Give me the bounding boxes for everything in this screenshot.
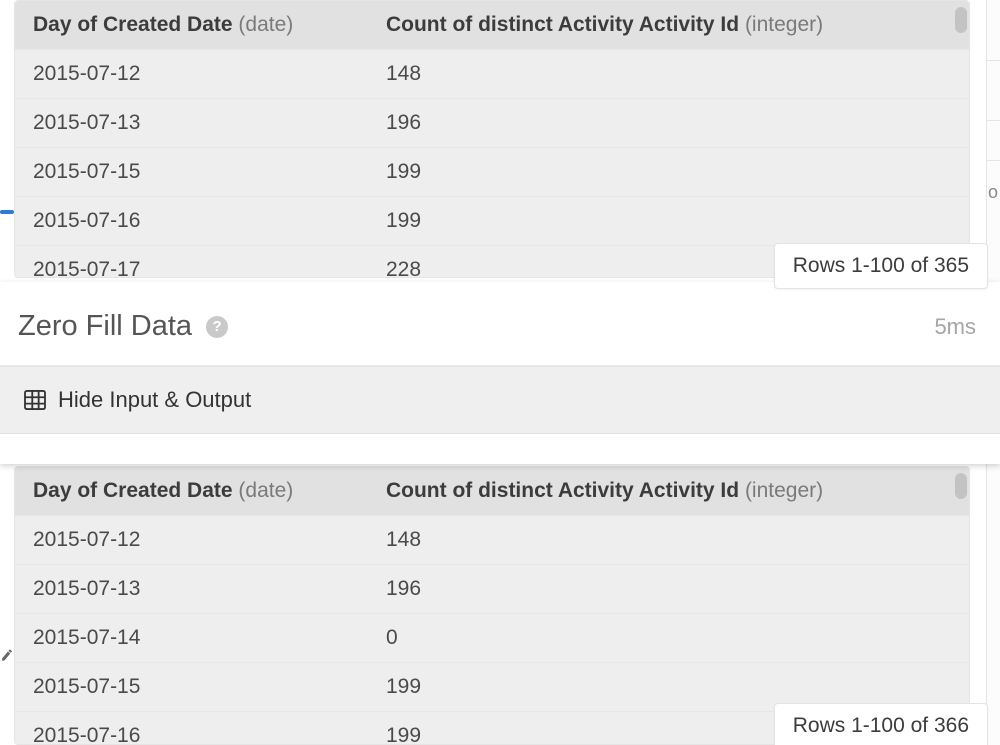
cell-date: 2015-07-16 — [15, 197, 368, 246]
transform-section-panel: Zero Fill Data ? 5ms Hide Input & Output — [0, 282, 1000, 464]
cell-count: 148 — [368, 50, 969, 99]
table-row[interactable]: 2015-07-140 — [15, 614, 969, 663]
cell-date: 2015-07-12 — [15, 516, 368, 565]
cell-date: 2015-07-13 — [15, 565, 368, 614]
section-title: Zero Fill Data — [18, 310, 192, 343]
column-type: (integer) — [745, 13, 823, 36]
help-icon[interactable]: ? — [206, 316, 228, 338]
column-header-date[interactable]: Day of Created Date (date) — [15, 1, 368, 50]
edit-icon[interactable] — [0, 647, 15, 662]
cell-date: 2015-07-15 — [15, 663, 368, 712]
section-title-wrap: Zero Fill Data ? — [18, 310, 228, 343]
gutter-glyph: o — [988, 182, 998, 203]
column-name: Day of Created Date — [33, 13, 233, 36]
table-row[interactable]: 2015-07-13196 — [15, 99, 969, 148]
column-header-count[interactable]: Count of distinct Activity Activity Id (… — [368, 467, 969, 516]
gutter-tick — [987, 60, 1000, 61]
hide-io-toggle[interactable]: Hide Input & Output — [0, 366, 1000, 434]
rows-count-badge-top: Rows 1-100 of 365 — [774, 243, 988, 289]
scrollbar-thumb[interactable] — [955, 7, 967, 33]
gutter-tick — [987, 120, 1000, 121]
cell-count: 0 — [368, 614, 969, 663]
column-name: Day of Created Date — [33, 479, 233, 502]
toggle-label: Hide Input & Output — [58, 387, 251, 413]
table-row[interactable]: 2015-07-12148 — [15, 516, 969, 565]
cell-count: 196 — [368, 99, 969, 148]
cell-count: 196 — [368, 565, 969, 614]
table-row[interactable]: 2015-07-12148 — [15, 50, 969, 99]
cell-count: 199 — [368, 148, 969, 197]
table-row[interactable]: 2015-07-13196 — [15, 565, 969, 614]
scrollbar[interactable] — [953, 1, 969, 277]
column-name: Count of distinct Activity Activity Id — [386, 479, 739, 502]
table-icon — [24, 390, 46, 410]
gutter-tick — [987, 160, 1000, 161]
cell-date: 2015-07-13 — [15, 99, 368, 148]
selection-accent — [0, 210, 14, 214]
cell-date: 2015-07-16 — [15, 712, 368, 745]
column-type: (date) — [238, 479, 293, 502]
cell-date: 2015-07-14 — [15, 614, 368, 663]
table-header-row: Day of Created Date (date) Count of dist… — [15, 467, 969, 516]
cell-date: 2015-07-17 — [15, 246, 368, 279]
cell-date: 2015-07-12 — [15, 50, 368, 99]
top-table-container: Day of Created Date (date) Count of dist… — [14, 0, 970, 278]
cell-date: 2015-07-15 — [15, 148, 368, 197]
cell-count: 199 — [368, 197, 969, 246]
table-header-row: Day of Created Date (date) Count of dist… — [15, 1, 969, 50]
table-row[interactable]: 2015-07-15199 — [15, 148, 969, 197]
scrollbar-thumb[interactable] — [955, 473, 967, 499]
column-type: (date) — [238, 13, 293, 36]
table-row[interactable]: 2015-07-16199 — [15, 197, 969, 246]
section-header: Zero Fill Data ? 5ms — [0, 282, 1000, 366]
column-header-count[interactable]: Count of distinct Activity Activity Id (… — [368, 1, 969, 50]
cell-count: 148 — [368, 516, 969, 565]
rows-count-badge-bottom: Rows 1-100 of 366 — [774, 703, 988, 745]
column-name: Count of distinct Activity Activity Id — [386, 13, 739, 36]
execution-time: 5ms — [934, 314, 976, 340]
column-header-date[interactable]: Day of Created Date (date) — [15, 467, 368, 516]
column-type: (integer) — [745, 479, 823, 502]
top-data-table: Day of Created Date (date) Count of dist… — [15, 1, 969, 278]
